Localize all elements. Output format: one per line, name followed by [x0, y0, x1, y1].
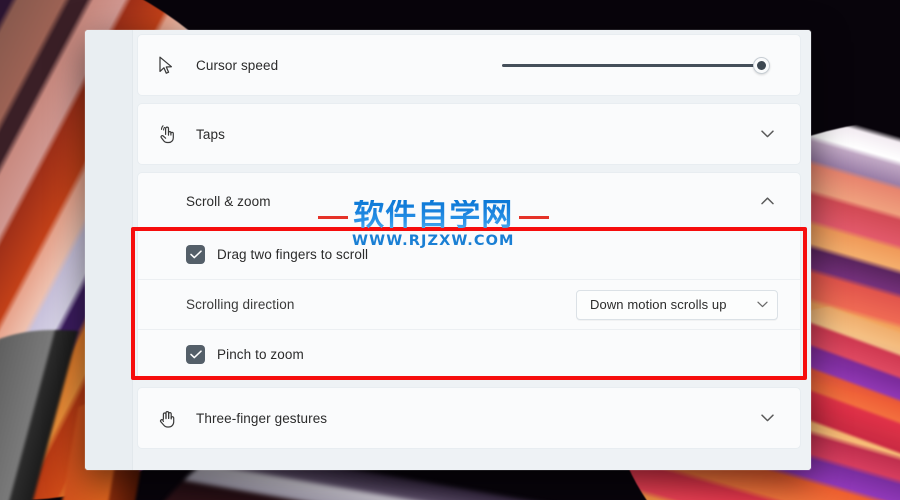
section-title-scroll-and-zoom: Scroll & zoom	[186, 193, 271, 209]
settings-window: Cursor speed Taps Scroll & zoom Drag two…	[85, 30, 811, 470]
mouse-cursor-icon	[158, 56, 188, 75]
settings-content-pane: Cursor speed Taps Scroll & zoom Drag two…	[133, 30, 811, 470]
desktop-background: Cursor speed Taps Scroll & zoom Drag two…	[0, 0, 900, 500]
tap-finger-icon	[158, 124, 188, 144]
row-scrolling-direction[interactable]: Scrolling direction Down motion scrolls …	[138, 279, 800, 329]
dropdown-scrolling-direction[interactable]: Down motion scrolls up	[576, 289, 778, 320]
slider-track	[502, 63, 760, 67]
dropdown-value-scrolling-direction: Down motion scrolls up	[590, 297, 727, 312]
section-header-scroll-and-zoom[interactable]: Scroll & zoom	[138, 173, 800, 229]
checkbox-drag-two-fingers-to-scroll[interactable]	[186, 245, 205, 264]
card-cursor-speed: Cursor speed	[137, 34, 801, 96]
card-taps: Taps	[137, 103, 801, 165]
row-label-three-finger-gestures: Three-finger gestures	[196, 410, 328, 426]
chevron-down-icon[interactable]	[756, 123, 778, 145]
row-label-cursor-speed: Cursor speed	[196, 57, 279, 73]
card-three-finger-gestures: Three-finger gestures	[137, 387, 801, 449]
chevron-down-icon[interactable]	[757, 301, 768, 308]
row-taps[interactable]: Taps	[138, 104, 800, 164]
label-scrolling-direction: Scrolling direction	[186, 297, 295, 312]
label-pinch-to-zoom: Pinch to zoom	[217, 347, 304, 362]
navigation-rail[interactable]	[85, 30, 133, 470]
three-finger-hand-icon	[158, 408, 188, 429]
row-label-taps: Taps	[196, 126, 225, 142]
slider-thumb[interactable]	[753, 56, 770, 74]
chevron-up-icon[interactable]	[756, 190, 778, 212]
label-drag-two-fingers-to-scroll: Drag two fingers to scroll	[217, 247, 369, 262]
card-scroll-and-zoom: Scroll & zoom Drag two fingers to scroll…	[137, 172, 801, 380]
row-drag-two-fingers-to-scroll[interactable]: Drag two fingers to scroll	[138, 229, 800, 279]
cursor-speed-slider[interactable]	[502, 54, 770, 76]
row-three-finger-gestures[interactable]: Three-finger gestures	[138, 388, 800, 448]
row-cursor-speed[interactable]: Cursor speed	[138, 35, 800, 95]
chevron-down-icon[interactable]	[756, 407, 778, 429]
row-pinch-to-zoom[interactable]: Pinch to zoom	[138, 329, 800, 379]
checkbox-pinch-to-zoom[interactable]	[186, 345, 205, 364]
